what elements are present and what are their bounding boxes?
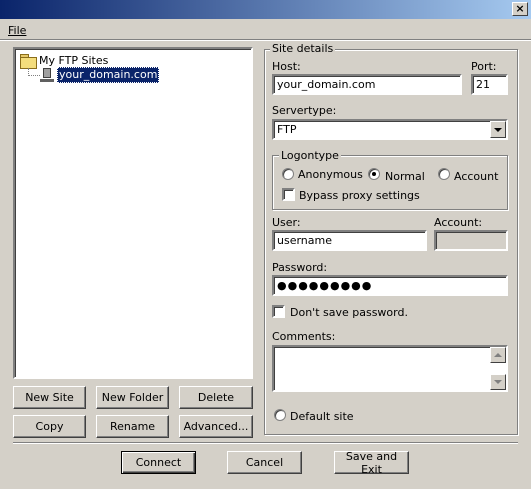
default-site-radio[interactable] xyxy=(274,409,286,421)
comments-textarea[interactable] xyxy=(272,345,508,392)
account-type-label: Account xyxy=(454,170,499,183)
scroll-up-icon[interactable] xyxy=(490,347,506,363)
advanced-button[interactable]: Advanced... xyxy=(179,415,253,438)
account-label: Account: xyxy=(434,216,483,229)
servertype-label: Servertype: xyxy=(272,104,337,117)
tree-root-label: My FTP Sites xyxy=(39,53,109,67)
logontype-title: Logontype xyxy=(279,149,341,162)
scroll-down-icon[interactable] xyxy=(490,374,506,390)
user-label: User: xyxy=(272,216,301,229)
host-label: Host: xyxy=(272,60,301,73)
normal-radio[interactable] xyxy=(368,168,380,180)
password-input[interactable]: ●●●●●●●●● xyxy=(272,275,508,296)
server-icon xyxy=(40,68,54,83)
tree-site-item[interactable]: your_domain.com xyxy=(57,67,160,83)
host-input[interactable]: your_domain.com xyxy=(272,74,462,95)
close-button[interactable]: × xyxy=(512,2,528,16)
new-site-button[interactable]: New Site xyxy=(13,386,86,409)
cancel-button[interactable]: Cancel xyxy=(227,451,302,474)
user-input[interactable]: username xyxy=(272,230,427,251)
anonymous-label: Anonymous xyxy=(298,168,363,181)
comments-label: Comments: xyxy=(272,330,336,343)
rename-button[interactable]: Rename xyxy=(96,415,169,438)
account-input[interactable] xyxy=(434,230,508,251)
site-tree[interactable]: My FTP Sites your_domain.com xyxy=(13,47,253,379)
bypass-proxy-checkbox[interactable] xyxy=(282,188,295,201)
connect-button[interactable]: Connect xyxy=(121,451,196,474)
port-input[interactable]: 21 xyxy=(471,74,508,95)
dont-save-password-checkbox[interactable] xyxy=(272,305,285,318)
menu-file[interactable]: File xyxy=(8,24,26,37)
dont-save-password-label: Don't save password. xyxy=(290,306,408,319)
anonymous-radio[interactable] xyxy=(282,168,294,180)
servertype-select[interactable]: FTP xyxy=(272,119,508,140)
title-bar xyxy=(0,0,531,19)
menu-divider xyxy=(0,39,531,41)
copy-button[interactable]: Copy xyxy=(13,415,86,438)
bypass-proxy-label: Bypass proxy settings xyxy=(299,189,420,202)
default-site-label: Default site xyxy=(290,410,354,423)
tree-connector xyxy=(28,75,40,76)
bottom-separator xyxy=(13,442,518,444)
save-and-exit-button[interactable]: Save and Exit xyxy=(334,450,409,476)
account-radio[interactable] xyxy=(438,168,450,180)
menu-bar: File xyxy=(0,20,531,39)
password-label: Password: xyxy=(272,261,328,274)
servertype-value: FTP xyxy=(277,123,297,136)
site-details-title: Site details xyxy=(270,42,336,55)
tree-root-node[interactable]: My FTP Sites xyxy=(20,52,109,69)
normal-label: Normal xyxy=(385,170,425,183)
new-folder-button[interactable]: New Folder xyxy=(96,386,169,409)
dropdown-arrow-icon[interactable] xyxy=(490,121,506,138)
delete-button[interactable]: Delete xyxy=(179,386,253,409)
folder-icon xyxy=(20,53,37,69)
port-label: Port: xyxy=(471,60,497,73)
